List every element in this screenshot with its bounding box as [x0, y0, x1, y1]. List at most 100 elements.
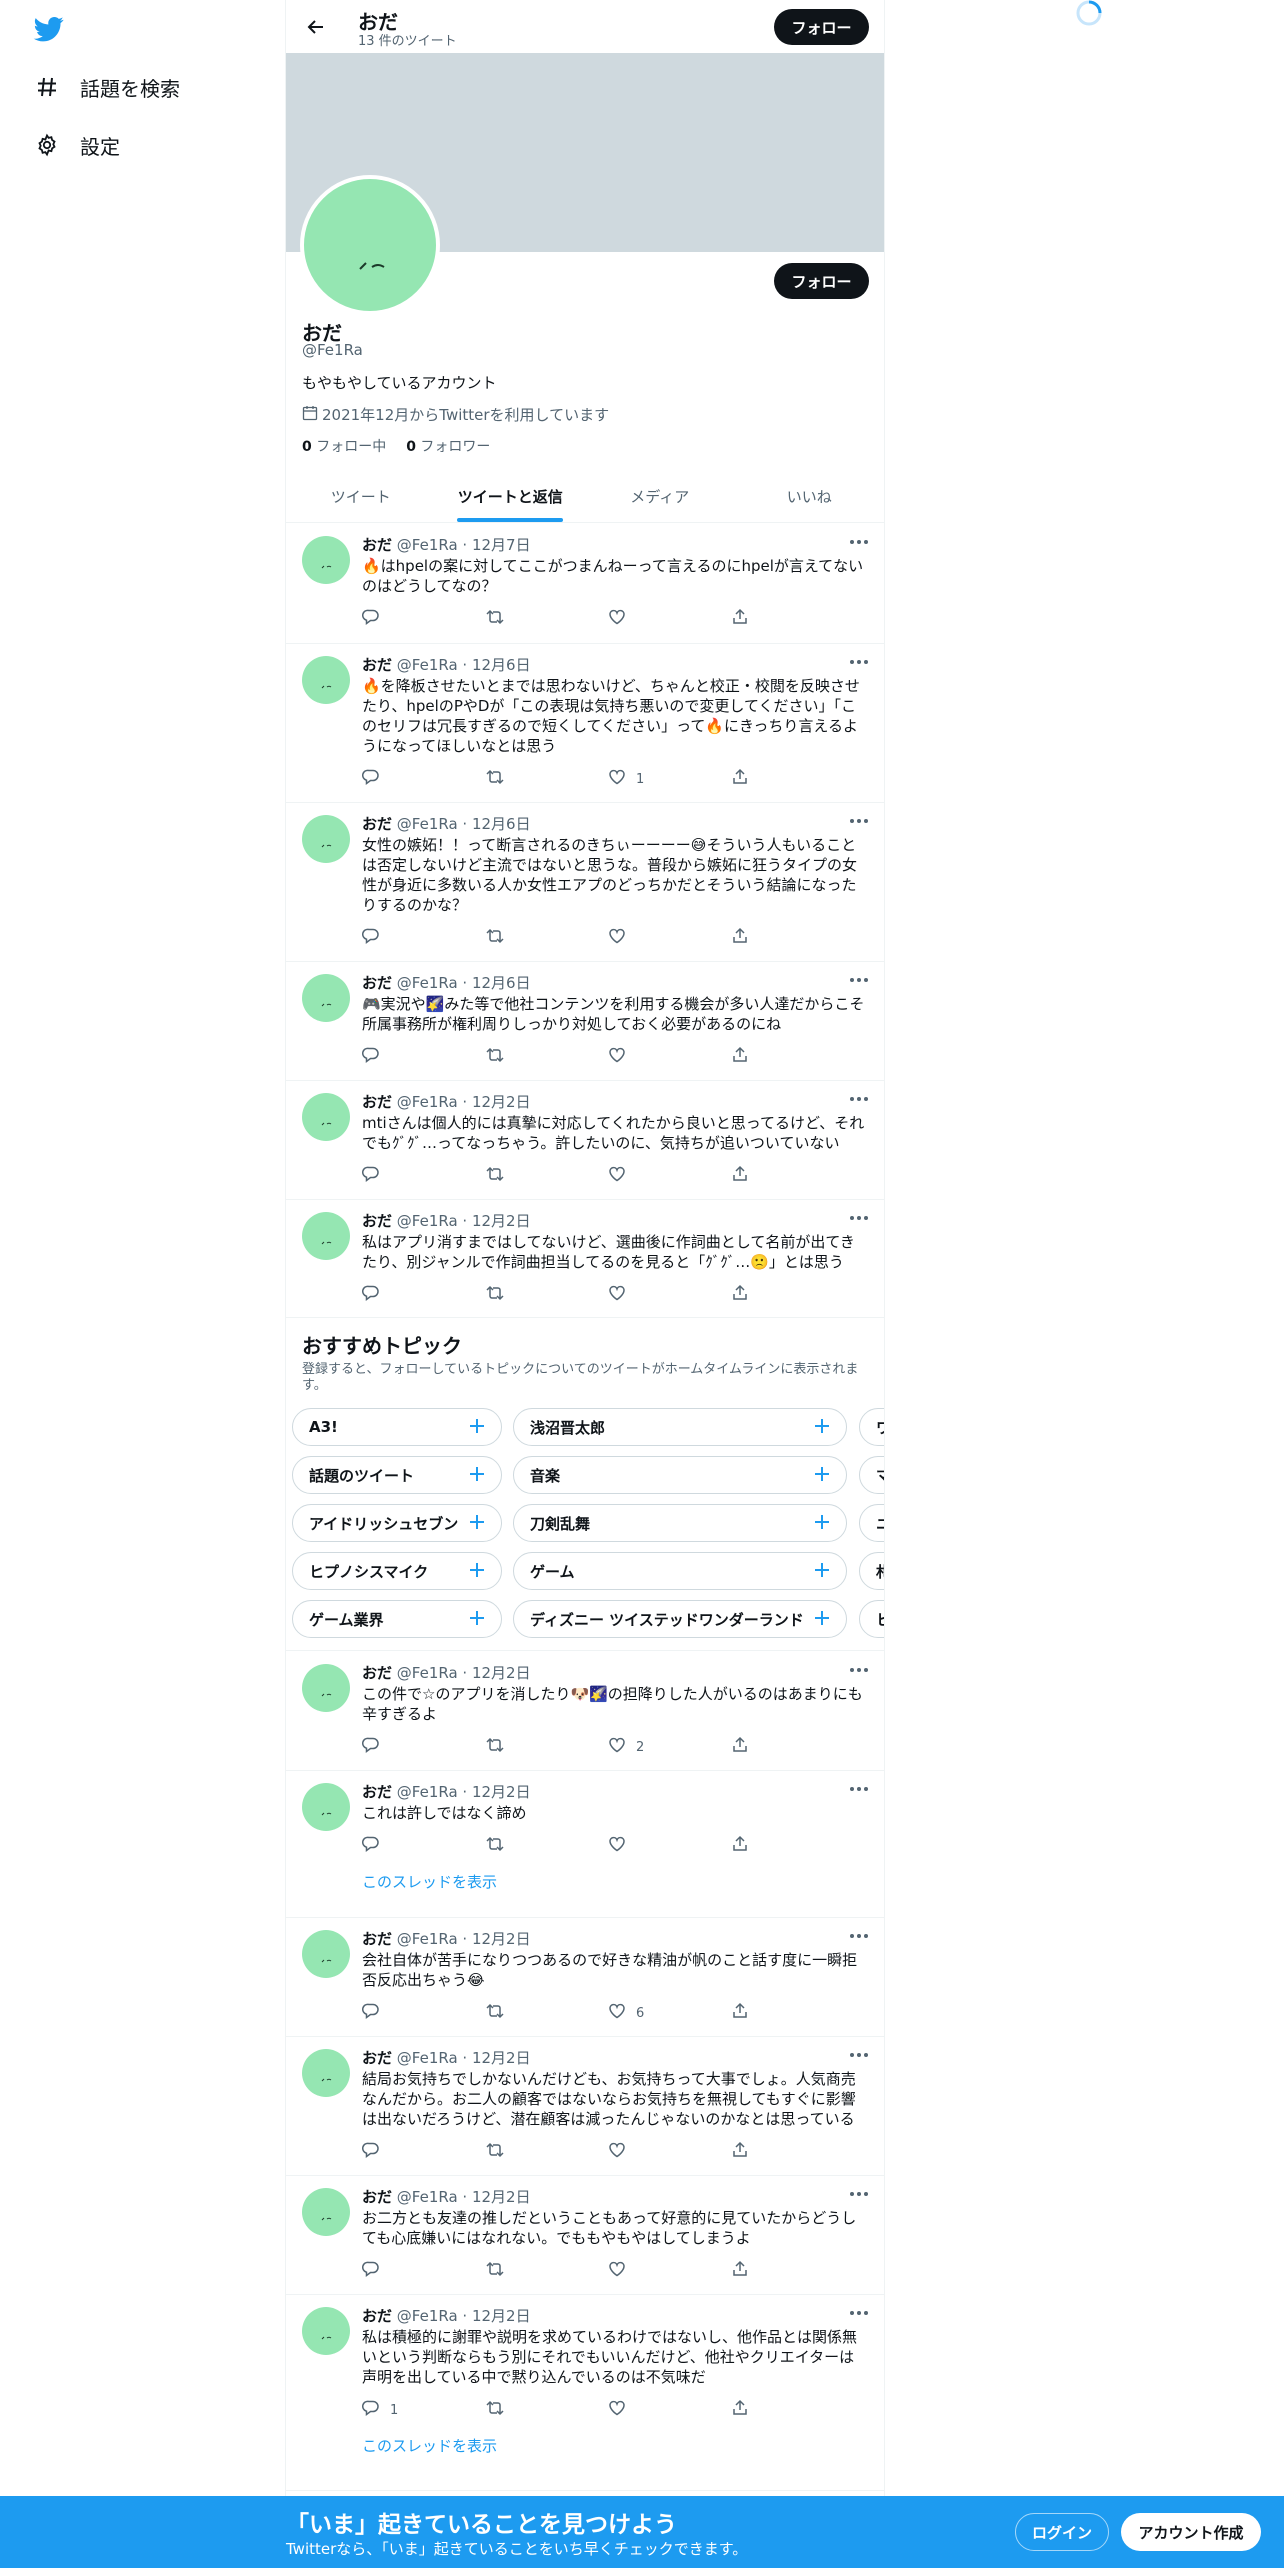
- show-thread-link[interactable]: このスレッドを表示: [362, 1871, 497, 1892]
- tweet-avatar[interactable]: [302, 1093, 350, 1141]
- share-button[interactable]: [731, 2141, 781, 2163]
- reply-button[interactable]: 1: [362, 2399, 485, 2421]
- tweet-meta[interactable]: @Fe1Ra · 12月7日: [397, 536, 531, 554]
- share-button[interactable]: [731, 768, 781, 790]
- reply-button[interactable]: [362, 2002, 485, 2024]
- tweet-author-name[interactable]: おだ: [362, 536, 392, 554]
- tab-tweets-and-replies[interactable]: ツイートと返信: [436, 470, 586, 522]
- more-options-icon[interactable]: [846, 1926, 872, 1946]
- like-button[interactable]: 6: [608, 2002, 731, 2024]
- like-button[interactable]: [608, 2399, 731, 2421]
- tweet-avatar[interactable]: [302, 1930, 350, 1978]
- tweet-author-name[interactable]: おだ: [362, 2188, 392, 2206]
- profile-avatar[interactable]: [300, 175, 440, 315]
- retweet-button[interactable]: [485, 1284, 608, 1306]
- following-link[interactable]: 0 フォロー中: [302, 436, 386, 456]
- topic-chip[interactable]: ゲーム業界: [292, 1600, 502, 1638]
- tweet-avatar[interactable]: [302, 2049, 350, 2097]
- like-button[interactable]: 1: [608, 768, 731, 790]
- tweet-avatar[interactable]: [302, 815, 350, 863]
- tweet-author-name[interactable]: おだ: [362, 815, 392, 833]
- tweet[interactable]: おだ @Fe1Ra · 12月2日 結局お気持ちでしかないんだけども、お気持ちって…: [286, 2037, 884, 2176]
- retweet-button[interactable]: [485, 608, 608, 630]
- share-button[interactable]: [731, 608, 781, 630]
- tweet-meta[interactable]: @Fe1Ra · 12月2日: [397, 1664, 531, 1682]
- like-button[interactable]: [608, 1284, 731, 1306]
- retweet-button[interactable]: [485, 2141, 608, 2163]
- tab-media[interactable]: メディア: [585, 470, 735, 522]
- topic-chip[interactable]: ヒプノシスマイク: [292, 1552, 502, 1590]
- topic-chip[interactable]: 音楽: [513, 1456, 847, 1494]
- back-arrow-icon[interactable]: [302, 13, 330, 41]
- reply-button[interactable]: [362, 927, 485, 949]
- retweet-button[interactable]: [485, 768, 608, 790]
- tweet[interactable]: おだ @Fe1Ra · 12月6日 🔥を降板させたいとまでは思わないけど、ちゃんと…: [286, 644, 884, 803]
- topic-chip[interactable]: ニ: [859, 1504, 884, 1542]
- tweet-meta[interactable]: @Fe1Ra · 12月2日: [397, 1212, 531, 1230]
- like-button[interactable]: [608, 2141, 731, 2163]
- tweet-meta[interactable]: @Fe1Ra · 12月2日: [397, 1930, 531, 1948]
- more-options-icon[interactable]: [846, 1089, 872, 1109]
- login-button[interactable]: ログイン: [1015, 2513, 1109, 2551]
- share-button[interactable]: [731, 1165, 781, 1187]
- tweet-author-name[interactable]: おだ: [362, 2307, 392, 2325]
- twitter-bird-icon[interactable]: [33, 14, 65, 44]
- more-options-icon[interactable]: [846, 970, 872, 990]
- tab-likes[interactable]: いいね: [735, 470, 885, 522]
- tweet-avatar[interactable]: [302, 656, 350, 704]
- tweet-meta[interactable]: @Fe1Ra · 12月2日: [397, 1783, 531, 1801]
- tweet-meta[interactable]: @Fe1Ra · 12月2日: [397, 2188, 531, 2206]
- share-button[interactable]: [731, 1736, 781, 1758]
- topic-chip[interactable]: アイドリッシュセブン: [292, 1504, 502, 1542]
- reply-button[interactable]: [362, 2260, 485, 2282]
- tweet-meta[interactable]: @Fe1Ra · 12月2日: [397, 2049, 531, 2067]
- tweet-author-name[interactable]: おだ: [362, 1212, 392, 1230]
- retweet-button[interactable]: [485, 1736, 608, 1758]
- reply-button[interactable]: [362, 608, 485, 630]
- tweet-author-name[interactable]: おだ: [362, 1664, 392, 1682]
- share-button[interactable]: [731, 927, 781, 949]
- like-button[interactable]: [608, 927, 731, 949]
- tweet-author-name[interactable]: おだ: [362, 1783, 392, 1801]
- topic-chip[interactable]: マ: [859, 1456, 884, 1494]
- tweet-meta[interactable]: @Fe1Ra · 12月6日: [397, 815, 531, 833]
- more-options-icon[interactable]: [846, 1660, 872, 1680]
- tweet-author-name[interactable]: おだ: [362, 656, 392, 674]
- tweet-meta[interactable]: @Fe1Ra · 12月6日: [397, 656, 531, 674]
- reply-button[interactable]: [362, 2141, 485, 2163]
- tweet[interactable]: おだ @Fe1Ra · 12月7日 🔥はhpelの案に対してここがつまんねーって言…: [286, 524, 884, 644]
- tweet[interactable]: おだ @Fe1Ra · 12月2日 お二方とも友達の推しだということもあって好意的…: [286, 2176, 884, 2295]
- topic-chip[interactable]: ディズニー ツイステッドワンダーランド: [513, 1600, 847, 1638]
- tweet-avatar[interactable]: [302, 2307, 350, 2355]
- more-options-icon[interactable]: [846, 1779, 872, 1799]
- topic-chip[interactable]: ゲーム: [513, 1552, 847, 1590]
- show-thread-link[interactable]: このスレッドを表示: [362, 2435, 497, 2456]
- tweet[interactable]: おだ @Fe1Ra · 12月2日 私は積極的に謝罪や説明を求めているわけではない…: [286, 2295, 884, 2491]
- share-button[interactable]: [731, 2260, 781, 2282]
- share-button[interactable]: [731, 1046, 781, 1068]
- reply-button[interactable]: [362, 1736, 485, 1758]
- topic-chip[interactable]: 浅沼晋太郎: [513, 1408, 847, 1446]
- more-options-icon[interactable]: [846, 652, 872, 672]
- tweet[interactable]: おだ @Fe1Ra · 12月2日 mtiさんは個人的には真摯に対応してくれたから…: [286, 1081, 884, 1200]
- tab-tweets[interactable]: ツイート: [286, 470, 436, 522]
- tweet-avatar[interactable]: [302, 1212, 350, 1260]
- reply-button[interactable]: [362, 1284, 485, 1306]
- tweet-meta[interactable]: @Fe1Ra · 12月6日: [397, 974, 531, 992]
- profile-follow-button[interactable]: フォロー: [774, 263, 869, 299]
- topic-chip[interactable]: ヒ: [859, 1600, 884, 1638]
- reply-button[interactable]: [362, 1165, 485, 1187]
- retweet-button[interactable]: [485, 1165, 608, 1187]
- tweet[interactable]: おだ @Fe1Ra · 12月2日 この件で☆のアプリを消したり🐶🌠の担降りした人…: [286, 1652, 884, 1771]
- like-button[interactable]: [608, 2260, 731, 2282]
- tweet-meta[interactable]: @Fe1Ra · 12月2日: [397, 1093, 531, 1111]
- topic-chip[interactable]: 刀剣乱舞: [513, 1504, 847, 1542]
- tweet-avatar[interactable]: [302, 974, 350, 1022]
- tweet-avatar[interactable]: [302, 1783, 350, 1831]
- like-button[interactable]: [608, 1835, 731, 1857]
- topic-chip[interactable]: 札: [859, 1552, 884, 1590]
- more-options-icon[interactable]: [846, 532, 872, 552]
- retweet-button[interactable]: [485, 1046, 608, 1068]
- like-button[interactable]: [608, 608, 731, 630]
- tweet-avatar[interactable]: [302, 2188, 350, 2236]
